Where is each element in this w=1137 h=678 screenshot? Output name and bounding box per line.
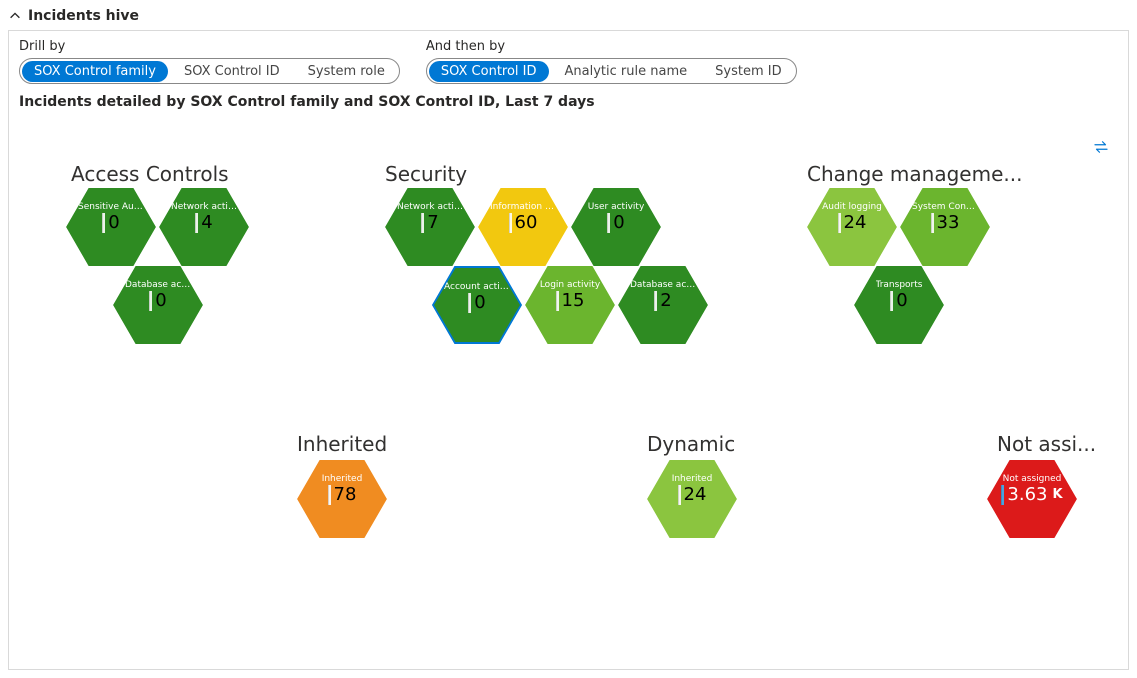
hive-hex[interactable]: Not assigned3.63 K bbox=[987, 460, 1077, 538]
hex-label: Not assigned bbox=[1003, 474, 1062, 484]
hex-indicator-bar bbox=[1001, 485, 1004, 505]
pill-sox-control-family[interactable]: SOX Control family bbox=[22, 61, 168, 82]
drill-controls: Drill by SOX Control family SOX Control … bbox=[19, 39, 1118, 84]
hive-hex[interactable]: Transports0 bbox=[854, 266, 944, 344]
drill-by-group: Drill by SOX Control family SOX Control … bbox=[19, 39, 400, 84]
hive-hex[interactable]: Database acti...0 bbox=[113, 266, 203, 344]
pill-then-sox-control-id[interactable]: SOX Control ID bbox=[429, 61, 549, 82]
hex-value: 2 bbox=[660, 290, 671, 311]
group-title: Inherited bbox=[297, 432, 387, 456]
hex-value: 7 bbox=[427, 212, 438, 233]
swap-view-button[interactable] bbox=[1092, 138, 1110, 160]
hex-value: 15 bbox=[562, 290, 585, 311]
group-title: Security bbox=[385, 162, 467, 186]
hex-indicator-bar bbox=[838, 213, 841, 233]
hex-label: Sensitive Auth... bbox=[78, 202, 144, 212]
hex-value: 78 bbox=[334, 484, 357, 505]
group-title: Dynamic bbox=[647, 432, 735, 456]
hex-value: 0 bbox=[108, 212, 119, 233]
hive-panel: Drill by SOX Control family SOX Control … bbox=[8, 30, 1129, 670]
hex-indicator-bar bbox=[195, 213, 198, 233]
hex-label: Database acti... bbox=[125, 280, 191, 290]
hive-canvas: Access ControlsSensitive Auth...0Network… bbox=[19, 130, 1118, 650]
hex-label: Network activ... bbox=[397, 202, 463, 212]
group-title: Not assi... bbox=[997, 432, 1096, 456]
chart-subtitle: Incidents detailed by SOX Control family… bbox=[19, 94, 1118, 110]
group-title: Access Controls bbox=[71, 162, 229, 186]
hive-hex[interactable]: System Confi...33 bbox=[900, 188, 990, 266]
hex-label: Information A... bbox=[490, 202, 556, 212]
hive-hex[interactable]: Information A...60 bbox=[478, 188, 568, 266]
hex-unit: K bbox=[1053, 487, 1063, 502]
hex-value: 0 bbox=[613, 212, 624, 233]
hex-indicator-bar bbox=[102, 213, 105, 233]
drill-by-pills: SOX Control family SOX Control ID System… bbox=[19, 58, 400, 84]
pill-then-analytic-rule[interactable]: Analytic rule name bbox=[553, 61, 700, 82]
hex-value: 60 bbox=[515, 212, 538, 233]
hex-value: 4 bbox=[201, 212, 212, 233]
hex-label: Login activity bbox=[540, 280, 600, 290]
hive-hex[interactable]: Account activity0 bbox=[432, 266, 522, 344]
hex-indicator-bar bbox=[678, 485, 681, 505]
hex-label: Audit logging bbox=[822, 202, 882, 212]
drill-by-label: Drill by bbox=[19, 39, 65, 54]
hex-value: 24 bbox=[684, 484, 707, 505]
then-by-label: And then by bbox=[426, 39, 505, 54]
hex-label: Account activity bbox=[444, 282, 510, 292]
hex-indicator-bar bbox=[556, 291, 559, 311]
hex-indicator-bar bbox=[654, 291, 657, 311]
hex-indicator-bar bbox=[931, 213, 934, 233]
hive-hex[interactable]: Inherited78 bbox=[297, 460, 387, 538]
hex-value: 0 bbox=[474, 292, 485, 313]
hive-hex[interactable]: Database acti...2 bbox=[618, 266, 708, 344]
hive-hex[interactable]: Inherited24 bbox=[647, 460, 737, 538]
hive-hex[interactable]: Audit logging24 bbox=[807, 188, 897, 266]
hex-value: 3.63 bbox=[1007, 484, 1047, 505]
hex-indicator-bar bbox=[509, 213, 512, 233]
section-title: Incidents hive bbox=[28, 8, 139, 24]
hex-value: 0 bbox=[896, 290, 907, 311]
hex-label: System Confi... bbox=[912, 202, 978, 212]
hex-indicator-bar bbox=[149, 291, 152, 311]
hex-value: 33 bbox=[937, 212, 960, 233]
hive-hex[interactable]: User activity0 bbox=[571, 188, 661, 266]
hex-label: Inherited bbox=[322, 474, 363, 484]
hive-hex[interactable]: Sensitive Auth...0 bbox=[66, 188, 156, 266]
hex-label: User activity bbox=[588, 202, 645, 212]
hex-value: 0 bbox=[155, 290, 166, 311]
hex-label: Database acti... bbox=[630, 280, 696, 290]
section-header[interactable]: Incidents hive bbox=[8, 8, 1129, 24]
hex-indicator-bar bbox=[890, 291, 893, 311]
hex-label: Network activ... bbox=[171, 202, 237, 212]
hive-hex[interactable]: Network activ...4 bbox=[159, 188, 249, 266]
hex-indicator-bar bbox=[421, 213, 424, 233]
group-title: Change manageme... bbox=[807, 162, 1022, 186]
hex-indicator-bar bbox=[328, 485, 331, 505]
hex-label: Transports bbox=[876, 280, 923, 290]
hex-label: Inherited bbox=[672, 474, 713, 484]
hive-hex[interactable]: Network activ...7 bbox=[385, 188, 475, 266]
then-by-pills: SOX Control ID Analytic rule name System… bbox=[426, 58, 797, 84]
hex-value: 24 bbox=[844, 212, 867, 233]
pill-sox-control-id[interactable]: SOX Control ID bbox=[172, 61, 292, 82]
then-by-group: And then by SOX Control ID Analytic rule… bbox=[426, 39, 797, 84]
chevron-up-icon bbox=[8, 9, 22, 23]
pill-then-system-id[interactable]: System ID bbox=[703, 61, 793, 82]
pill-system-role[interactable]: System role bbox=[296, 61, 397, 82]
hive-hex[interactable]: Login activity15 bbox=[525, 266, 615, 344]
hex-indicator-bar bbox=[468, 293, 471, 313]
hex-indicator-bar bbox=[607, 213, 610, 233]
